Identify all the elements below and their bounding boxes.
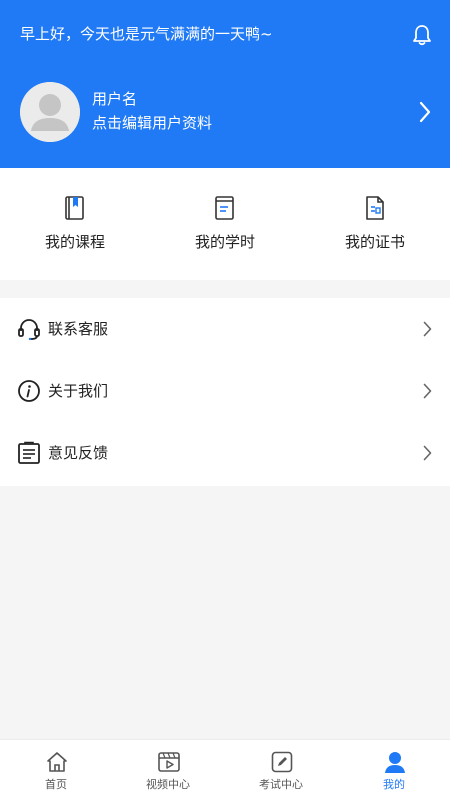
chevron-right-icon xyxy=(423,321,432,337)
profile-icon xyxy=(385,752,405,773)
course-book-icon xyxy=(65,196,84,220)
bottom-tab-bar: 首页 视频中心 考试中心 我的 xyxy=(0,739,450,800)
tab-exam-center[interactable]: 考试中心 xyxy=(225,740,337,800)
chevron-right-icon[interactable] xyxy=(418,100,432,124)
feedback-icon xyxy=(18,441,40,464)
quick-link-my-courses[interactable]: 我的课程 xyxy=(0,168,150,280)
quick-link-label: 我的学时 xyxy=(194,233,255,251)
avatar-placeholder-icon xyxy=(20,82,80,142)
menu-item-about-us[interactable]: 关于我们 xyxy=(0,360,450,422)
edit-profile-hint[interactable]: 点击编辑用户资料 xyxy=(92,113,212,133)
profile-header: 早上好，今天也是元气满满的一天鸭~ 用户名 点击编辑用户资料 xyxy=(0,0,450,168)
tab-video-center[interactable]: 视频中心 xyxy=(112,740,224,800)
username: 用户名 xyxy=(92,90,138,108)
quick-link-certificates[interactable]: 我的证书 xyxy=(300,168,450,280)
bell-icon[interactable] xyxy=(412,24,432,46)
menu-item-customer-service[interactable]: 联系客服 xyxy=(0,298,450,360)
quick-link-label: 我的课程 xyxy=(44,233,105,251)
tab-label: 我的 xyxy=(383,778,405,791)
tab-my-profile[interactable]: 我的 xyxy=(338,740,450,800)
tab-label: 考试中心 xyxy=(259,778,303,791)
video-icon xyxy=(158,752,180,772)
home-icon xyxy=(47,752,67,772)
study-hours-icon xyxy=(215,196,234,220)
tab-home[interactable]: 首页 xyxy=(0,740,112,800)
quick-link-study-hours[interactable]: 我的学时 xyxy=(150,168,300,280)
headset-icon xyxy=(18,319,40,341)
exam-icon xyxy=(271,751,293,773)
quick-links: 我的课程 我的学时 我的证书 xyxy=(0,168,450,280)
info-icon xyxy=(18,380,40,402)
tab-label: 视频中心 xyxy=(146,778,190,791)
quick-link-label: 我的证书 xyxy=(344,233,405,251)
chevron-right-icon xyxy=(423,445,432,461)
menu-item-label: 关于我们 xyxy=(48,382,109,400)
greeting-text: 早上好，今天也是元气满满的一天鸭~ xyxy=(20,25,273,43)
avatar[interactable] xyxy=(20,82,80,142)
settings-menu: 联系客服 关于我们 意见反馈 xyxy=(0,298,450,486)
menu-item-label: 联系客服 xyxy=(48,320,109,338)
profile-row[interactable]: 用户名 点击编辑用户资料 xyxy=(0,82,450,142)
tab-label: 首页 xyxy=(45,778,67,791)
certificate-icon xyxy=(366,196,384,220)
menu-item-label: 意见反馈 xyxy=(48,444,109,462)
chevron-right-icon xyxy=(423,383,432,399)
menu-item-feedback[interactable]: 意见反馈 xyxy=(0,422,450,484)
